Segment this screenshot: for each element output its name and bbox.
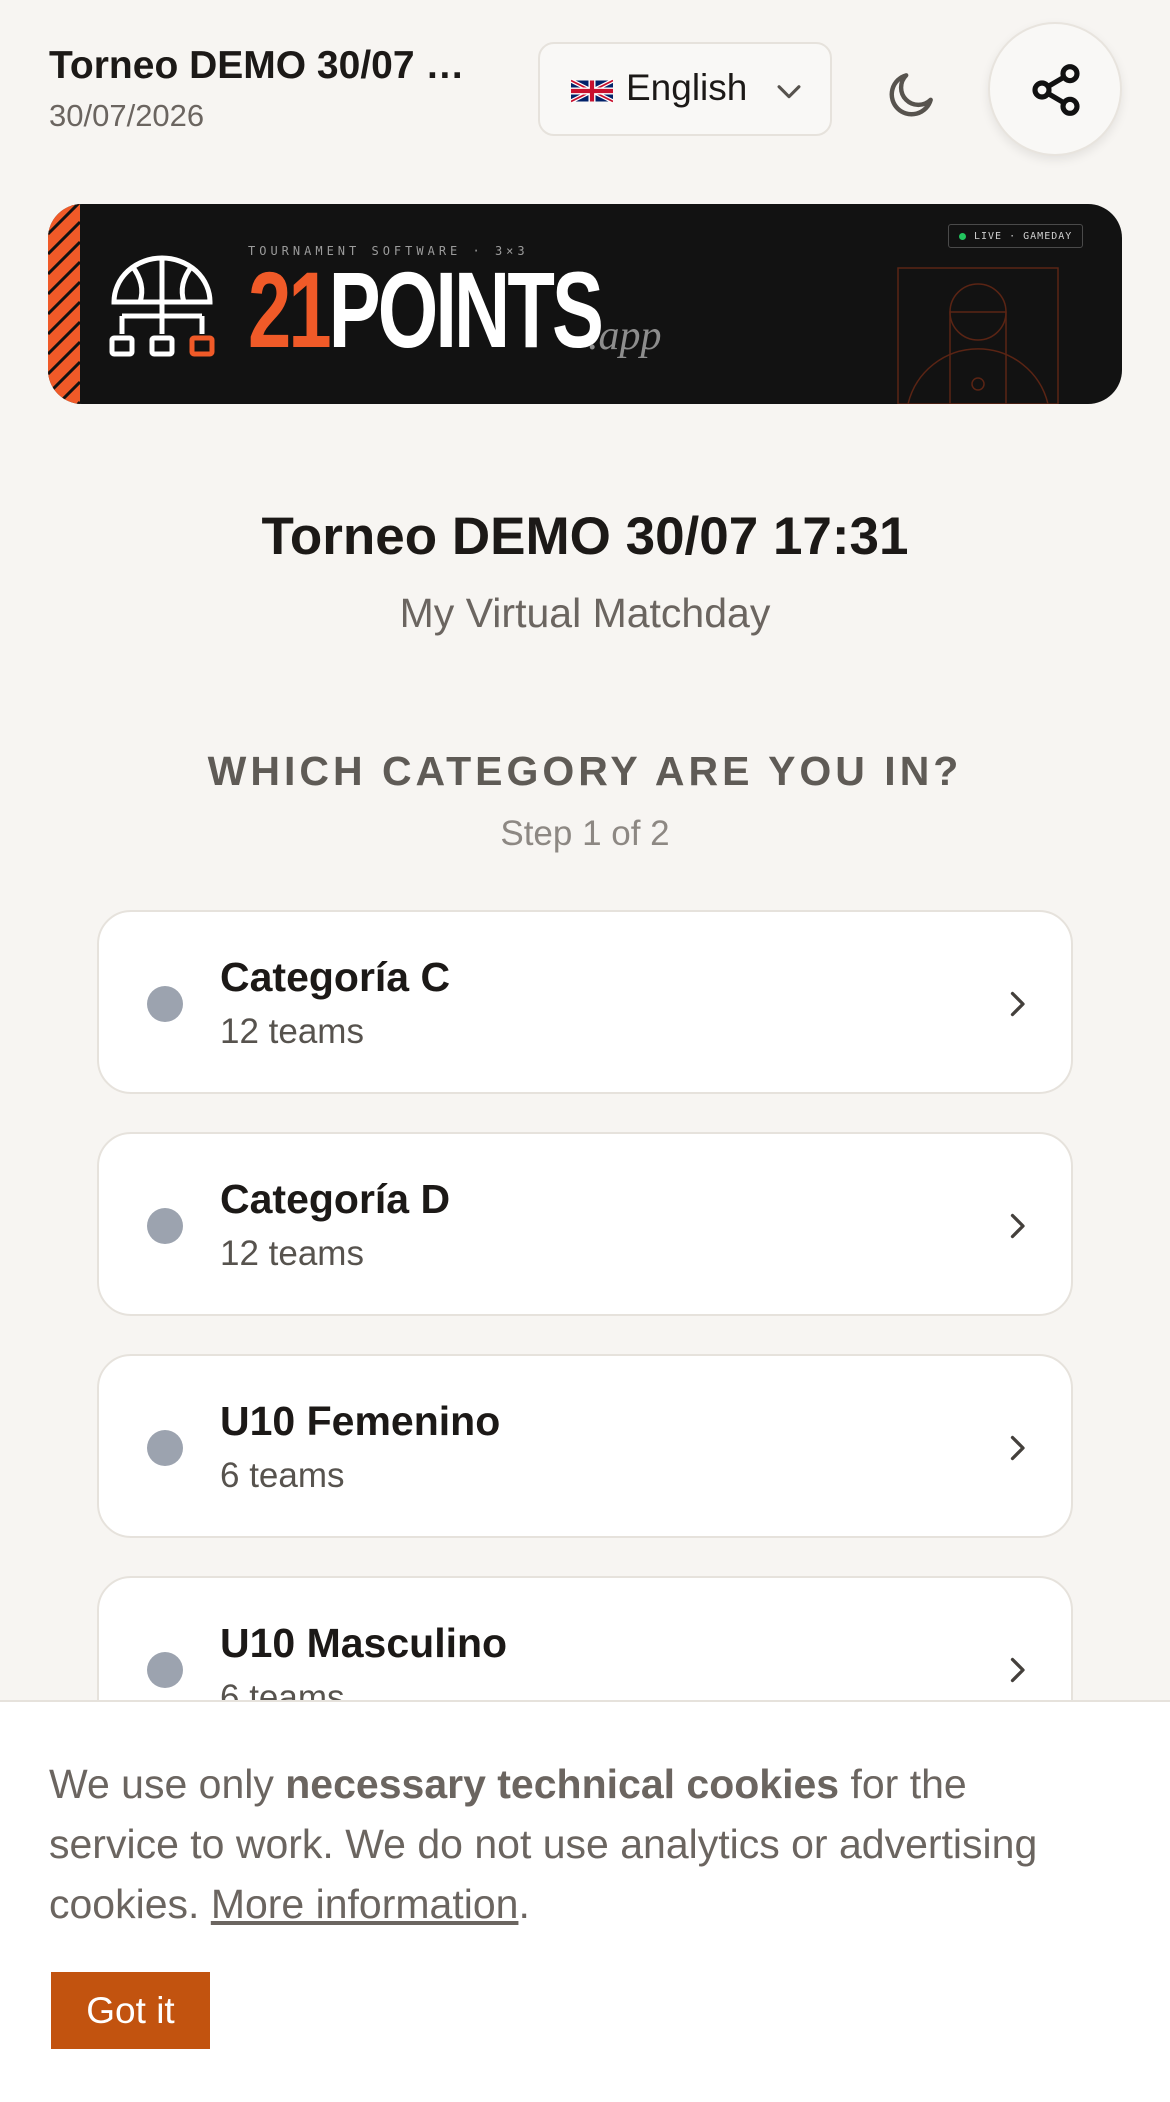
live-badge-label: LIVE · GAMEDAY <box>974 230 1073 242</box>
language-label: English <box>626 67 748 108</box>
live-badge: LIVE · GAMEDAY <box>948 224 1084 248</box>
uk-flag-icon <box>571 78 613 104</box>
tournament-title: Torneo DEMO 30/07 … <box>49 44 465 87</box>
brand-word: POINTS <box>328 249 604 370</box>
category-card[interactable]: U10 Femenino 6 teams <box>97 1354 1073 1538</box>
more-information-link[interactable]: More information <box>211 1881 519 1927</box>
cookie-message: We use only necessary technical cookies … <box>49 1754 1069 1934</box>
cookie-banner: We use only necessary technical cookies … <box>0 1700 1170 2102</box>
chevron-right-icon <box>1010 1657 1025 1683</box>
category-name: Categoría D <box>220 1176 451 1222</box>
court-graphic <box>897 267 1059 404</box>
cookie-text-bold: necessary technical cookies <box>285 1761 840 1807</box>
banner-accent-stripe <box>48 204 80 404</box>
share-button[interactable] <box>988 22 1122 156</box>
got-it-button[interactable]: Got it <box>51 1972 210 2049</box>
share-icon <box>1032 64 1080 116</box>
category-team-count: 12 teams <box>220 1234 364 1273</box>
page-subtitle: My Virtual Matchday <box>399 590 771 636</box>
chevron-right-icon <box>1010 1435 1025 1461</box>
basketball-bracket-icon <box>109 255 215 357</box>
live-dot-icon <box>959 232 966 240</box>
chevron-right-icon <box>1010 1213 1025 1239</box>
cookie-text-end: . <box>518 1881 530 1927</box>
category-dot-icon <box>147 1208 183 1244</box>
brand-banner: TOURNAMENT SOFTWARE · 3×3 21POINTS .app … <box>48 204 1122 404</box>
category-card[interactable]: Categoría C 12 teams <box>97 910 1073 1094</box>
cookie-text-start: We use only <box>49 1761 286 1807</box>
brand-number: 21 <box>248 249 332 370</box>
step-indicator: Step 1 of 2 <box>500 814 670 853</box>
category-card[interactable]: Categoría D 12 teams <box>97 1132 1073 1316</box>
brand-wordmark: 21POINTS <box>248 256 604 364</box>
page-title: Torneo DEMO 30/07 17:31 <box>261 507 909 566</box>
category-team-count: 6 teams <box>220 1456 345 1495</box>
category-dot-icon <box>147 986 183 1022</box>
brand-suffix: .app <box>588 313 662 359</box>
category-question: WHICH CATEGORY ARE YOU IN? <box>207 748 963 794</box>
category-dot-icon <box>147 1430 183 1466</box>
moon-icon[interactable] <box>884 66 940 122</box>
category-team-count: 12 teams <box>220 1012 364 1051</box>
category-name: U10 Femenino <box>220 1398 501 1444</box>
chevron-down-icon <box>777 85 801 99</box>
top-bar: Torneo DEMO 30/07 … 30/07/2026 English <box>0 0 1170 180</box>
tournament-date: 30/07/2026 <box>49 98 205 133</box>
language-select[interactable]: English <box>538 42 832 136</box>
category-dot-icon <box>147 1652 183 1688</box>
category-name: U10 Masculino <box>220 1620 508 1666</box>
chevron-right-icon <box>1010 991 1025 1017</box>
category-name: Categoría C <box>220 954 451 1000</box>
